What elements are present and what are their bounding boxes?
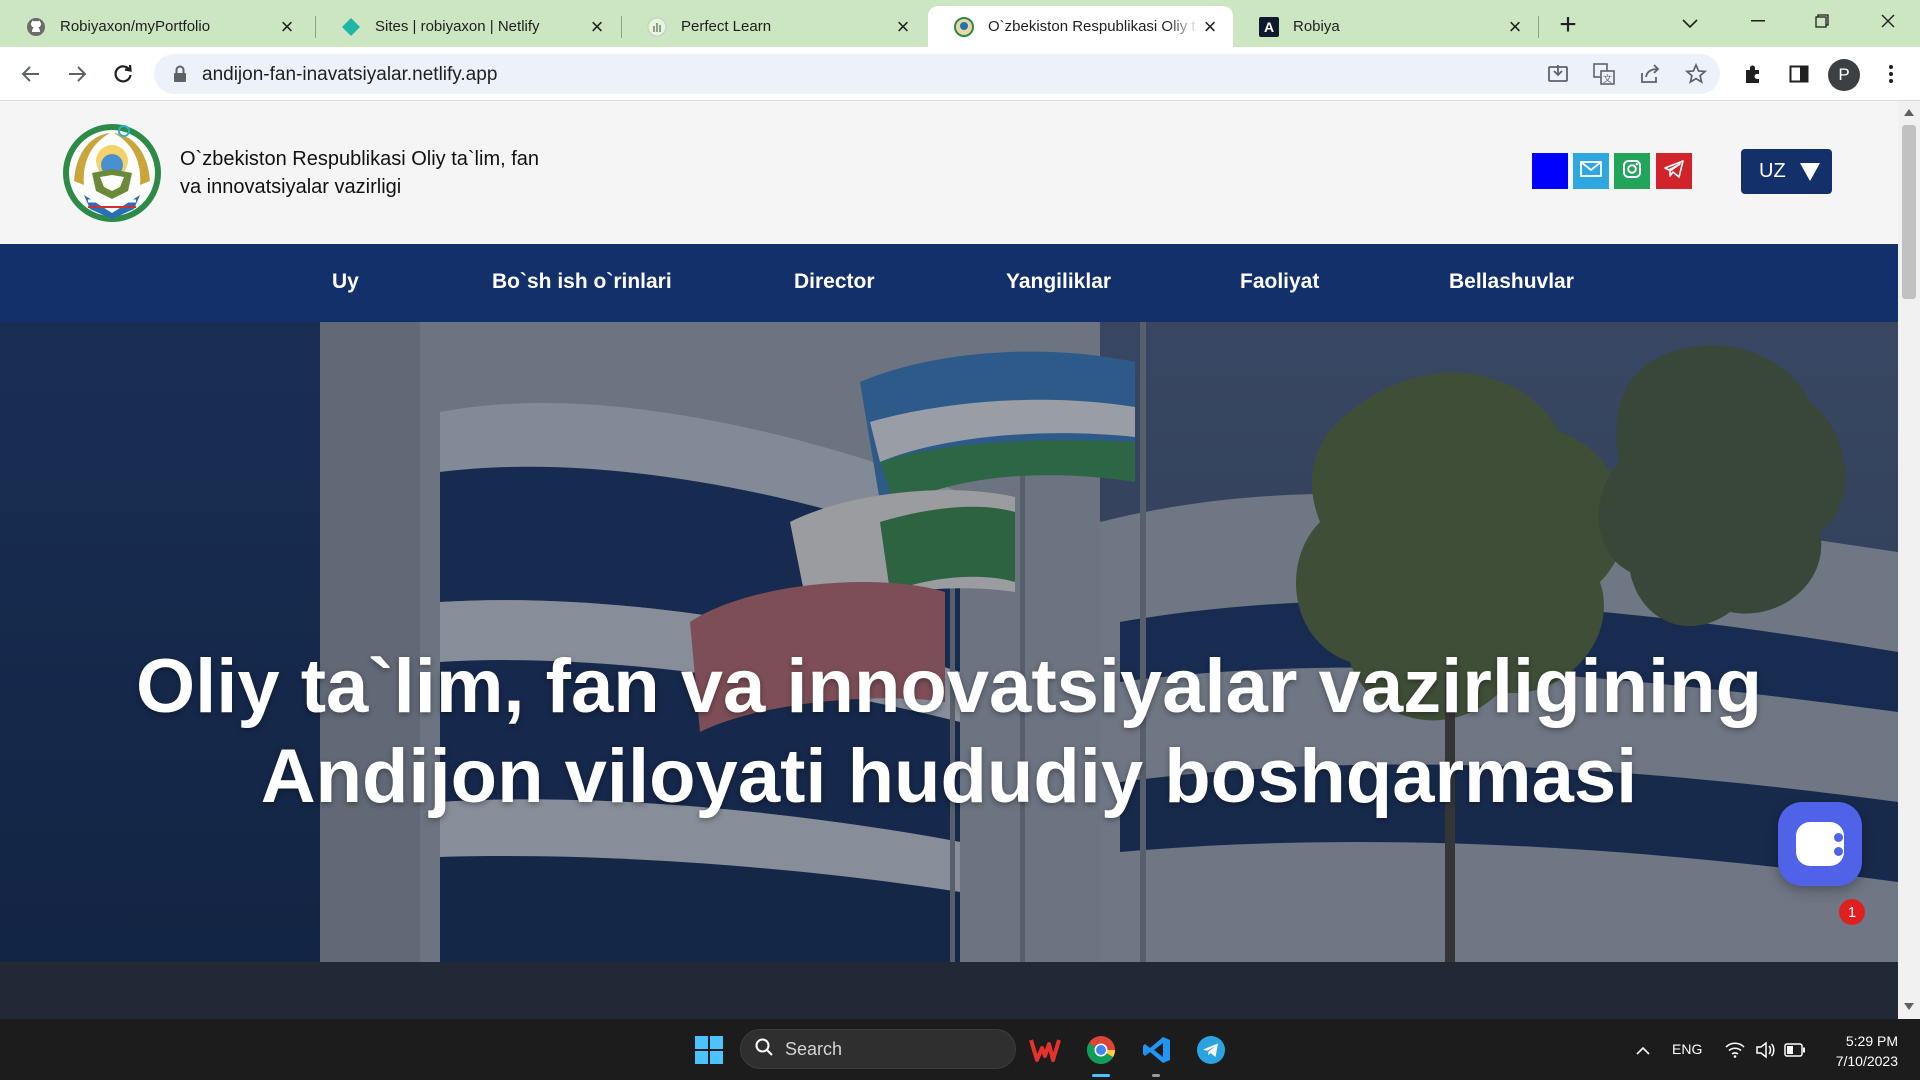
close-window-button[interactable] xyxy=(1868,6,1908,36)
new-tab-button[interactable]: + xyxy=(1554,8,1582,41)
close-icon[interactable]: × xyxy=(586,15,608,38)
main-nav: Uy Bo`sh ish o`rinlari Director Yangilik… xyxy=(0,244,1898,322)
instagram-link[interactable] xyxy=(1614,153,1650,189)
close-icon[interactable]: × xyxy=(892,15,914,38)
caret-down-icon xyxy=(1799,162,1820,181)
site-header: O`zbekiston Respublikasi Oliy ta`lim, fa… xyxy=(0,101,1898,244)
tab-perfect-learn[interactable]: Perfect Learn × xyxy=(621,6,926,47)
browser-toolbar: andijon-fan-inavatsiyalar.netlify.app 文 … xyxy=(0,47,1920,101)
address-bar[interactable]: andijon-fan-inavatsiyalar.netlify.app 文 xyxy=(154,54,1720,94)
battery-icon[interactable] xyxy=(1778,1033,1812,1067)
chat-widget-button[interactable] xyxy=(1778,802,1862,886)
forward-button[interactable] xyxy=(62,59,92,89)
nav-item-vacancies[interactable]: Bo`sh ish o`rinlari xyxy=(492,270,672,294)
volume-icon[interactable] xyxy=(1748,1033,1782,1067)
tab-divider xyxy=(1538,16,1539,38)
chevron-down-icon[interactable] xyxy=(1678,12,1702,36)
language-indicator[interactable]: ENG xyxy=(1672,1041,1702,1057)
letter-a-icon: A xyxy=(1259,16,1279,37)
url-text: andijon-fan-inavatsiyalar.netlify.app xyxy=(202,64,498,85)
hero-title: Oliy ta`lim, fan va innovatsiyalar vazir… xyxy=(0,642,1898,822)
hero-title-line1: Oliy ta`lim, fan va innovatsiyalar vazir… xyxy=(135,644,1763,729)
ministry-name-line1: O`zbekiston Respublikasi Oliy ta`lim, fa… xyxy=(180,148,540,170)
tab-portfolio[interactable]: Robiyaxon/myPortfolio × xyxy=(0,6,310,47)
tab-title: Perfect Learn xyxy=(681,18,772,35)
close-icon[interactable]: × xyxy=(1504,15,1526,38)
telegram-icon xyxy=(1664,159,1684,183)
search-icon xyxy=(755,1038,773,1061)
tab-title: Robiyaxon/myPortfolio xyxy=(60,18,211,35)
translate-icon[interactable]: 文 xyxy=(1592,62,1616,86)
system-clock[interactable]: 5:29 PM 7/10/2023 xyxy=(1820,1031,1898,1071)
hero-title-line2: Andijon viloyati hududiy boshqarmasi xyxy=(260,734,1638,819)
telegram-link[interactable] xyxy=(1656,153,1692,189)
svg-text:文: 文 xyxy=(1603,73,1612,85)
github-icon xyxy=(26,17,46,37)
facebook-link[interactable] xyxy=(1532,153,1568,189)
wifi-icon[interactable] xyxy=(1718,1033,1752,1067)
state-emblem-logo[interactable] xyxy=(62,121,162,223)
tab-strip: Robiyaxon/myPortfolio × Sites | robiyaxo… xyxy=(0,0,1920,47)
tab-title: O`zbekiston Respublikasi Oliy t xyxy=(988,18,1196,35)
extensions-icon[interactable] xyxy=(1738,59,1768,89)
netlify-icon xyxy=(341,17,361,37)
nav-item-news[interactable]: Yangiliklar xyxy=(1006,270,1111,294)
chat-bubble-icon xyxy=(1796,822,1844,866)
windows-start-icon[interactable] xyxy=(692,1033,726,1067)
svg-text:A: A xyxy=(1264,19,1274,35)
lock-icon[interactable] xyxy=(172,65,188,83)
menu-kebab-icon[interactable] xyxy=(1876,59,1906,89)
windows-taskbar: Search ENG 5:29 PM 7/10/2023 xyxy=(0,1019,1920,1080)
wps-office-icon[interactable] xyxy=(1028,1033,1062,1067)
side-panel-icon[interactable] xyxy=(1784,59,1814,89)
page-scrollbar[interactable] xyxy=(1898,101,1920,1019)
instagram-icon xyxy=(1622,159,1642,184)
mail-icon xyxy=(1580,160,1602,182)
ministry-name-line2: va innovatsiyalar vazirligi xyxy=(180,176,402,198)
taskbar-search[interactable]: Search xyxy=(740,1029,1016,1069)
profile-avatar[interactable]: P xyxy=(1828,59,1860,91)
clock-date: 7/10/2023 xyxy=(1835,1053,1898,1069)
ministry-name: O`zbekiston Respublikasi Oliy ta`lim, fa… xyxy=(180,145,600,201)
clock-time: 5:29 PM xyxy=(1845,1033,1898,1049)
nav-item-activity[interactable]: Faoliyat xyxy=(1240,270,1319,294)
minimize-button[interactable] xyxy=(1738,6,1778,36)
mail-link[interactable] xyxy=(1573,153,1609,189)
scroll-down-arrow[interactable] xyxy=(1904,1003,1914,1010)
scroll-up-arrow[interactable] xyxy=(1904,109,1914,116)
install-app-icon[interactable] xyxy=(1546,62,1570,86)
restore-button[interactable] xyxy=(1802,6,1842,36)
tab-netlify[interactable]: Sites | robiyaxon | Netlify × xyxy=(315,6,620,47)
hero-banner: Oliy ta`lim, fan va innovatsiyalar vazir… xyxy=(0,322,1898,1019)
reload-button[interactable] xyxy=(108,59,138,89)
vscode-icon[interactable] xyxy=(1140,1033,1174,1067)
tab-title: Sites | robiyaxon | Netlify xyxy=(375,18,540,35)
tab-title: Robiya xyxy=(1293,18,1340,35)
back-button[interactable] xyxy=(16,59,46,89)
chevron-up-icon[interactable] xyxy=(1626,1033,1660,1067)
chrome-icon[interactable] xyxy=(1084,1033,1118,1067)
chart-icon xyxy=(647,17,667,37)
search-label: Search xyxy=(785,1038,843,1059)
language-selector[interactable]: UZ xyxy=(1741,149,1832,194)
open-app-indicator xyxy=(1152,1074,1160,1077)
close-icon[interactable]: × xyxy=(276,15,298,38)
active-app-indicator xyxy=(1092,1074,1110,1077)
bookmark-star-icon[interactable] xyxy=(1684,62,1708,86)
language-label: UZ xyxy=(1759,160,1786,182)
tab-robiya[interactable]: A Robiya × xyxy=(1233,6,1538,47)
nav-item-competitions[interactable]: Bellashuvlar xyxy=(1449,270,1574,294)
telegram-app-icon[interactable] xyxy=(1194,1033,1228,1067)
emblem-icon xyxy=(954,16,974,37)
tab-ministry-site[interactable]: O`zbekiston Respublikasi Oliy t × xyxy=(928,6,1233,47)
page-viewport: O`zbekiston Respublikasi Oliy ta`lim, fa… xyxy=(0,101,1898,1019)
share-icon[interactable] xyxy=(1638,62,1662,86)
scrollbar-thumb[interactable] xyxy=(1902,125,1916,299)
close-icon[interactable]: × xyxy=(1199,15,1221,38)
chat-unread-badge: 1 xyxy=(1839,899,1865,925)
nav-item-director[interactable]: Director xyxy=(794,270,875,294)
nav-item-home[interactable]: Uy xyxy=(332,270,359,294)
